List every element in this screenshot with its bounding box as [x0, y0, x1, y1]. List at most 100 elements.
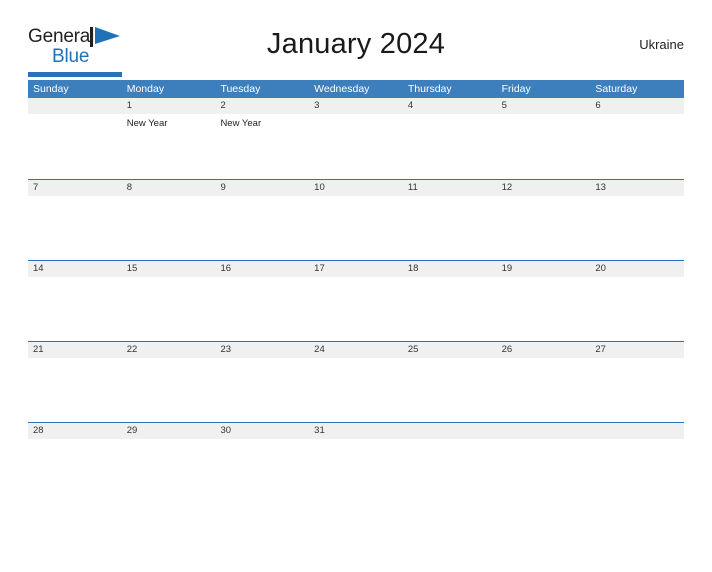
week-date-band: 7 8 9 10 11 12 13 [28, 180, 684, 196]
day-cell [28, 114, 122, 179]
day-cell[interactable] [309, 277, 403, 341]
day-cell[interactable] [309, 114, 403, 179]
weekday-header-row: Sunday Monday Tuesday Wednesday Thursday Frid… [28, 80, 684, 98]
day-number[interactable]: 28 [28, 423, 122, 439]
day-number[interactable]: 31 [309, 423, 403, 439]
day-cell[interactable] [590, 358, 684, 422]
weekday-header-thursday: Thursday [407, 83, 452, 95]
week-row: 28 29 30 31 [28, 422, 684, 503]
day-number[interactable]: 22 [122, 342, 216, 358]
day-cell[interactable] [309, 439, 403, 503]
logo-underline-bar [28, 72, 122, 77]
weekday-header-sunday: Sunday [33, 83, 69, 95]
day-cell[interactable] [590, 114, 684, 179]
day-cell[interactable] [497, 114, 591, 179]
day-cell[interactable] [403, 196, 497, 260]
week-row: 7 8 9 10 11 12 13 [28, 179, 684, 260]
week-row: 1 2 3 4 5 6 New Year New Year [28, 98, 684, 179]
day-cell [403, 439, 497, 503]
day-number[interactable]: 8 [122, 180, 216, 196]
week-date-band: 123456 [28, 98, 684, 114]
day-number-empty [403, 423, 497, 439]
day-number[interactable]: 18 [403, 261, 497, 277]
day-cell[interactable] [122, 277, 216, 341]
week-event-band: New Year New Year [28, 114, 684, 179]
day-number[interactable]: 27 [590, 342, 684, 358]
day-cell[interactable] [28, 358, 122, 422]
calendar-weeks: 1 2 3 4 5 6 New Year New Year 7 8 9 10 11 12 13 14 15 16 1… [28, 98, 684, 503]
day-cell[interactable] [497, 196, 591, 260]
day-cell[interactable] [309, 358, 403, 422]
day-cell[interactable] [28, 196, 122, 260]
day-number[interactable]: 15 [122, 261, 216, 277]
day-cell[interactable]: New Year [215, 114, 309, 179]
day-cell[interactable] [403, 277, 497, 341]
day-number[interactable]: 13 [590, 180, 684, 196]
day-number[interactable]: 5 [497, 98, 591, 114]
day-cell[interactable] [215, 358, 309, 422]
day-cell[interactable] [28, 439, 122, 503]
week-date-band: 14 15 16 17 18 19 20 [28, 261, 684, 277]
week-event-band [28, 358, 684, 422]
day-number[interactable]: 12 [497, 180, 591, 196]
day-number[interactable]: 10 [309, 180, 403, 196]
day-cell[interactable] [215, 277, 309, 341]
day-number[interactable]: 6 [590, 98, 684, 114]
week-row: 14 15 16 17 18 19 20 [28, 260, 684, 341]
day-number[interactable]: 4 [403, 98, 497, 114]
day-cell[interactable] [590, 277, 684, 341]
event-label: New Year [220, 118, 262, 129]
day-cell[interactable] [590, 196, 684, 260]
day-cell[interactable] [497, 358, 591, 422]
day-cell[interactable] [215, 196, 309, 260]
day-cell[interactable] [28, 277, 122, 341]
week-date-band: 21 22 23 24 25 26 27 [28, 342, 684, 358]
day-number-empty [590, 423, 684, 439]
week-event-band [28, 439, 684, 503]
day-cell[interactable] [122, 196, 216, 260]
day-number[interactable]: 26 [497, 342, 591, 358]
day-number[interactable]: 11 [403, 180, 497, 196]
page-header: General Blue January 2024 Ukraine [28, 22, 684, 77]
day-cell[interactable] [403, 358, 497, 422]
day-number[interactable]: 23 [215, 342, 309, 358]
day-number[interactable]: 17 [309, 261, 403, 277]
day-number[interactable]: 20 [590, 261, 684, 277]
weekday-header-tuesday: Tuesday [220, 83, 261, 95]
day-cell [590, 439, 684, 503]
day-number[interactable]: 16 [215, 261, 309, 277]
day-number[interactable]: 25 [403, 342, 497, 358]
day-cell [497, 439, 591, 503]
day-number[interactable]: 29 [122, 423, 216, 439]
day-number-empty [28, 98, 122, 114]
weekday-header-monday: Monday [126, 83, 165, 95]
day-number[interactable]: 21 [28, 342, 122, 358]
calendar-grid: Sunday Monday Tuesday Wednesday Thursday Frid… [28, 80, 684, 503]
day-cell[interactable] [215, 439, 309, 503]
calendar-page: General Blue January 2024 Ukraine Sunday… [0, 22, 712, 572]
day-cell[interactable] [122, 439, 216, 503]
day-number[interactable]: 9 [215, 180, 309, 196]
day-number[interactable]: 3 [309, 98, 403, 114]
weekday-header-wednesday: Wednesday [314, 83, 370, 95]
day-cell[interactable] [497, 277, 591, 341]
day-number[interactable]: 24 [309, 342, 403, 358]
day-cell[interactable]: New Year [122, 114, 216, 179]
day-number[interactable]: 14 [28, 261, 122, 277]
day-cell[interactable] [403, 114, 497, 179]
day-number[interactable]: 19 [497, 261, 591, 277]
weekday-header-saturday: Saturday [595, 83, 638, 95]
day-number-empty [497, 423, 591, 439]
week-date-band: 28 29 30 31 [28, 423, 684, 439]
weekday-header-friday: Friday [501, 83, 531, 95]
week-row: 21 22 23 24 25 26 27 [28, 341, 684, 422]
region-label: Ukraine [639, 37, 684, 52]
day-number[interactable]: 1 [122, 98, 216, 114]
day-cell[interactable] [309, 196, 403, 260]
page-title: January 2024 [266, 28, 446, 60]
day-number[interactable]: 30 [215, 423, 309, 439]
day-number[interactable]: 7 [28, 180, 122, 196]
day-number[interactable]: 2 [215, 98, 309, 114]
day-cell[interactable] [122, 358, 216, 422]
week-event-band [28, 196, 684, 260]
